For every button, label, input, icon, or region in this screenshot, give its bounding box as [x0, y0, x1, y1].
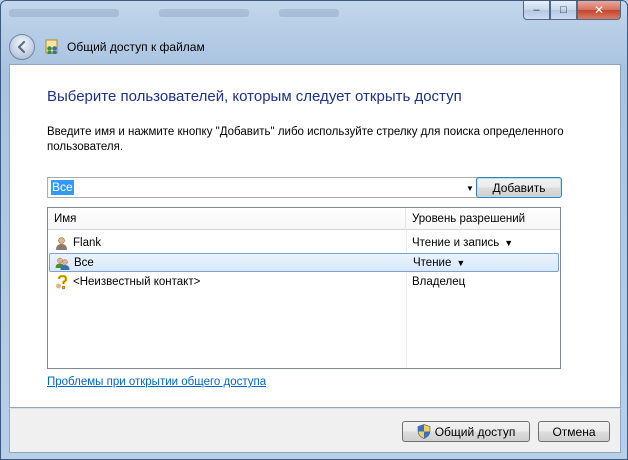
add-button[interactable]: Добавить	[476, 177, 562, 198]
navigation-row: Общий доступ к файлам	[9, 33, 569, 61]
unknown-contact-icon	[56, 275, 68, 290]
row-name: Flank	[73, 237, 102, 249]
user-icon	[56, 237, 67, 250]
titlebar-background	[9, 3, 489, 23]
list-row-flank[interactable]: Flank Чтение и запись ▼	[49, 234, 559, 253]
column-header-permission[interactable]: Уровень разрешений	[406, 208, 560, 230]
users-list: Имя Уровень разрешений Flank Чтение и за…	[47, 207, 561, 369]
list-header: Имя Уровень разрешений	[48, 208, 560, 230]
permission-label: Чтение	[413, 257, 452, 269]
caption-buttons: – □ ✕	[523, 1, 621, 20]
file-sharing-icon	[45, 39, 58, 54]
button-bar: Общий доступ Отмена	[9, 408, 621, 453]
close-button[interactable]: ✕	[577, 1, 621, 20]
content-area: Выберите пользователей, которым следует …	[9, 64, 621, 408]
uac-shield-icon	[417, 424, 431, 439]
share-button-label: Общий доступ	[434, 424, 516, 439]
share-button[interactable]: Общий доступ	[402, 421, 530, 442]
sharing-problems-link[interactable]: Проблемы при открытии общего доступа	[47, 376, 266, 388]
row-permission: Владелец	[412, 276, 466, 288]
window-frame: – □ ✕ Общий доступ к файлам Выберите пол…	[0, 0, 628, 460]
window-title: Общий доступ к файлам	[67, 40, 205, 54]
row-permission[interactable]: Чтение и запись ▼	[412, 236, 513, 251]
instructions-text: Введите имя и нажмите кнопку "Добавить" …	[47, 126, 564, 153]
row-name: Все	[74, 257, 94, 269]
chevron-down-icon[interactable]: ▼	[456, 258, 465, 268]
list-row-everyone[interactable]: Все Чтение ▼	[49, 253, 559, 272]
cancel-button[interactable]: Отмена	[538, 421, 610, 442]
group-icon	[55, 257, 70, 270]
chevron-down-icon[interactable]: ▼	[465, 181, 475, 195]
combobox-value[interactable]: Все	[51, 180, 74, 195]
row-name: <Неизвестный контакт>	[73, 276, 201, 288]
column-header-name[interactable]: Имя	[48, 208, 406, 230]
row-permission[interactable]: Чтение ▼	[413, 256, 465, 271]
list-row-unknown-contact[interactable]: <Неизвестный контакт> Владелец	[49, 273, 559, 292]
chevron-down-icon[interactable]: ▼	[504, 238, 513, 248]
user-name-combobox[interactable]: Все ▼	[47, 177, 479, 198]
back-arrow-icon	[17, 40, 26, 54]
back-button[interactable]	[9, 34, 35, 60]
minimize-button[interactable]: –	[523, 1, 550, 20]
maximize-button[interactable]: □	[550, 1, 577, 20]
page-heading: Выберите пользователей, которым следует …	[47, 88, 462, 105]
permission-label: Чтение и запись	[412, 237, 500, 249]
